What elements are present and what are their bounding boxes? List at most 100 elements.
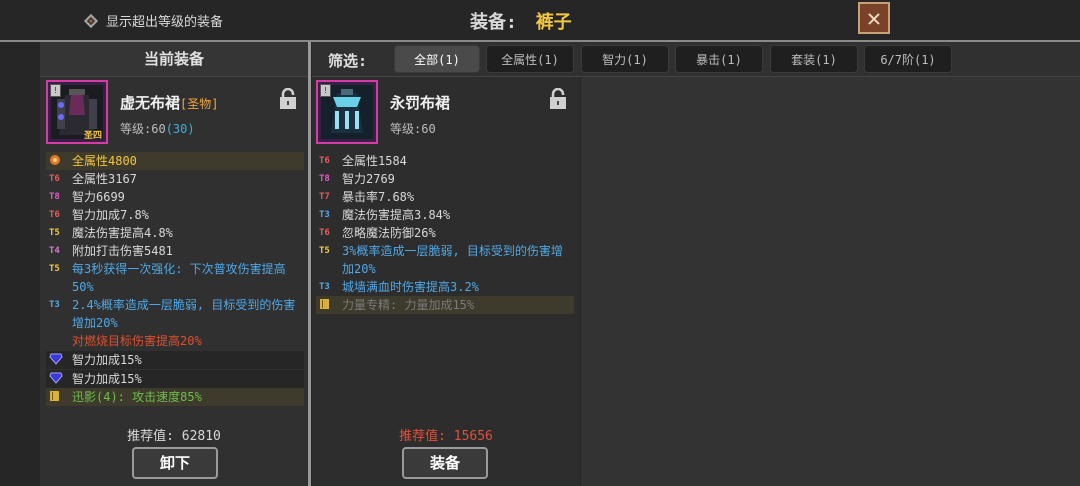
title-value: 裤子 bbox=[535, 12, 572, 33]
current-stat-row: 智力加成15% bbox=[46, 370, 304, 388]
tier-label: T8 bbox=[319, 174, 330, 184]
current-stat-row: 智力加成15% bbox=[46, 351, 304, 369]
filter-tab-crit[interactable]: 暴击(1) bbox=[675, 45, 763, 73]
show-over-level-toggle[interactable]: 显示超出等级的装备 bbox=[83, 11, 224, 30]
close-icon: ✕ bbox=[866, 4, 882, 32]
stat-text: 智力6699 bbox=[72, 190, 125, 204]
stat-text: 城墙满血时伤害提高3.2% bbox=[342, 280, 479, 294]
stat-text: 附加打击伤害5481 bbox=[72, 244, 173, 258]
equipment-title: 装备: 裤子 bbox=[470, 8, 572, 34]
level-extra: (30) bbox=[165, 122, 195, 136]
tier-label: T8 bbox=[49, 192, 60, 202]
stat-text: 每3秒获得一次强化: 下次普攻伤害提高50% bbox=[72, 262, 286, 294]
toggle-label: 显示超出等级的装备 bbox=[106, 15, 224, 30]
candidate-stat-row: T6 忽略魔法防御26% bbox=[316, 224, 574, 242]
stat-text: 智力加成15% bbox=[72, 353, 142, 367]
current-item-stats: 全属性4800 T6 全属性3167 T8 智力6699 T6 智力加成7.8% T5 魔法伤害… bbox=[46, 152, 304, 406]
set-badge: 圣四 bbox=[84, 131, 103, 141]
tier-label: T5 bbox=[49, 228, 60, 238]
stat-text: 魔法伤害提高3.84% bbox=[342, 208, 451, 222]
candidate-panel: ! 永罚布裙 等级:60 T6 全属性1584 T8 智力2769 T7 暴击率7.68%… bbox=[312, 42, 580, 486]
stat-text: 2.4%概率造成一层脆弱, 目标受到的伤害增加20% bbox=[72, 298, 296, 330]
stat-text: 全属性1584 bbox=[342, 154, 407, 168]
current-stat-row: T5 每3秒获得一次强化: 下次普攻伤害提高50% bbox=[46, 260, 304, 296]
filter-tab-tier[interactable]: 6/7阶(1) bbox=[864, 45, 952, 73]
candidate-recommend-value: 推荐值: 15656 bbox=[399, 429, 493, 444]
filter-tab-set[interactable]: 套装(1) bbox=[770, 45, 858, 73]
stat-text: 对燃烧目标伤害提高20% bbox=[72, 334, 202, 348]
close-button[interactable]: ✕ bbox=[858, 2, 890, 34]
lock-icon[interactable] bbox=[548, 87, 568, 110]
candidate-item-icon[interactable]: ! bbox=[316, 80, 378, 144]
equip-button[interactable]: 装备 bbox=[402, 447, 488, 479]
title-label: 装备: bbox=[470, 12, 517, 33]
candidate-stat-row: T8 智力2769 bbox=[316, 170, 574, 188]
filter-bar: 筛选: 全部(1) 全属性(1) 智力(1) 暴击(1) 套装(1) 6/7阶(… bbox=[312, 42, 1080, 77]
filter-tab-all-attributes[interactable]: 全属性(1) bbox=[486, 45, 574, 73]
book-icon bbox=[319, 298, 331, 317]
current-item-level: 等级:60(30) bbox=[120, 120, 195, 137]
current-stat-row: T5 魔法伤害提高4.8% bbox=[46, 224, 304, 242]
stat-text: 忽略魔法防御26% bbox=[342, 226, 436, 240]
tier-label: T5 bbox=[49, 264, 60, 274]
current-item-icon[interactable]: ! 圣四 bbox=[46, 80, 108, 144]
current-stat-row: T3 2.4%概率造成一层脆弱, 目标受到的伤害增加20% bbox=[46, 296, 304, 332]
filter-label: 筛选: bbox=[328, 52, 368, 70]
current-stat-row: 迅影(4): 攻击速度85% bbox=[46, 388, 304, 406]
tier-label: T3 bbox=[319, 210, 330, 220]
candidate-stat-row: T3 魔法伤害提高3.84% bbox=[316, 206, 574, 224]
tier-label: T5 bbox=[319, 246, 330, 256]
candidate-stat-row: T5 3%概率造成一层脆弱, 目标受到的伤害增加20% bbox=[316, 242, 574, 278]
top-bar: 显示超出等级的装备 装备: 裤子 ✕ bbox=[0, 0, 1080, 42]
stat-text: 力量专精: 力量加成15% bbox=[342, 298, 475, 312]
current-stat-row: 对燃烧目标伤害提高20% bbox=[46, 332, 304, 350]
candidate-stat-row: T7 暴击率7.68% bbox=[316, 188, 574, 206]
item-quality-badge: ! bbox=[50, 84, 61, 97]
candidate-item-card[interactable]: ! 永罚布裙 等级:60 T6 全属性1584 T8 智力2769 T7 暴击率7.68%… bbox=[312, 42, 580, 486]
current-recommend-value: 推荐值: 62810 bbox=[127, 429, 221, 444]
stat-text: 智力2769 bbox=[342, 172, 395, 186]
item-tag: [圣物] bbox=[180, 97, 219, 111]
stat-text: 智力加成7.8% bbox=[72, 208, 149, 222]
stat-text: 魔法伤害提高4.8% bbox=[72, 226, 173, 240]
tier-label: T6 bbox=[319, 228, 330, 238]
item-name-text: 虚无布裙 bbox=[120, 94, 181, 112]
candidate-stat-row: T3 城墙满血时伤害提高3.2% bbox=[316, 278, 574, 296]
current-item-name: 虚无布裙[圣物] bbox=[120, 92, 218, 113]
current-stat-row: 全属性4800 bbox=[46, 152, 304, 170]
current-equipment-panel: 当前装备 ! 圣四 虚无布裙[圣物] 等级:60(30) 全属性4800 T6 … bbox=[40, 42, 308, 486]
tier-label: T3 bbox=[319, 282, 330, 292]
empty-list-area bbox=[581, 77, 1080, 486]
tier-label: T6 bbox=[49, 174, 60, 184]
level-text: 等级:60 bbox=[120, 122, 166, 136]
stat-text: 智力加成15% bbox=[72, 372, 142, 386]
tier-label: T4 bbox=[49, 246, 60, 256]
candidate-item-name: 永罚布裙 bbox=[390, 94, 451, 112]
current-item-card: ! 圣四 虚无布裙[圣物] 等级:60(30) 全属性4800 T6 全属性3167… bbox=[40, 42, 308, 486]
current-stat-row: T8 智力6699 bbox=[46, 188, 304, 206]
diamond-checkbox-icon[interactable] bbox=[83, 13, 99, 28]
candidate-item-level: 等级:60 bbox=[390, 122, 436, 136]
tier-label: T6 bbox=[49, 210, 60, 220]
lock-icon[interactable] bbox=[278, 87, 298, 110]
current-stat-row: T6 智力加成7.8% bbox=[46, 206, 304, 224]
filter-tab-intelligence[interactable]: 智力(1) bbox=[581, 45, 669, 73]
item-quality-badge: ! bbox=[320, 84, 331, 97]
filter-tab-all[interactable]: 全部(1) bbox=[394, 45, 480, 73]
stat-text: 全属性4800 bbox=[72, 154, 137, 168]
stat-text: 暴击率7.68% bbox=[342, 190, 415, 204]
candidate-item-stats: T6 全属性1584 T8 智力2769 T7 暴击率7.68% T3 魔法伤害提高3.84%… bbox=[316, 152, 574, 314]
tier-label: T3 bbox=[49, 300, 60, 310]
tier-label: T6 bbox=[319, 156, 330, 166]
tier-label: T7 bbox=[319, 192, 330, 202]
stat-text: 3%概率造成一层脆弱, 目标受到的伤害增加20% bbox=[342, 244, 563, 276]
unequip-button[interactable]: 卸下 bbox=[132, 447, 218, 479]
candidate-stat-row: 力量专精: 力量加成15% bbox=[316, 296, 574, 314]
stat-text: 迅影(4): 攻击速度85% bbox=[72, 390, 202, 404]
panel-divider bbox=[308, 42, 311, 486]
current-stat-row: T4 附加打击伤害5481 bbox=[46, 242, 304, 260]
current-stat-row: T6 全属性3167 bbox=[46, 170, 304, 188]
book-icon bbox=[49, 390, 61, 409]
stat-text: 全属性3167 bbox=[72, 172, 137, 186]
candidate-stat-row: T6 全属性1584 bbox=[316, 152, 574, 170]
